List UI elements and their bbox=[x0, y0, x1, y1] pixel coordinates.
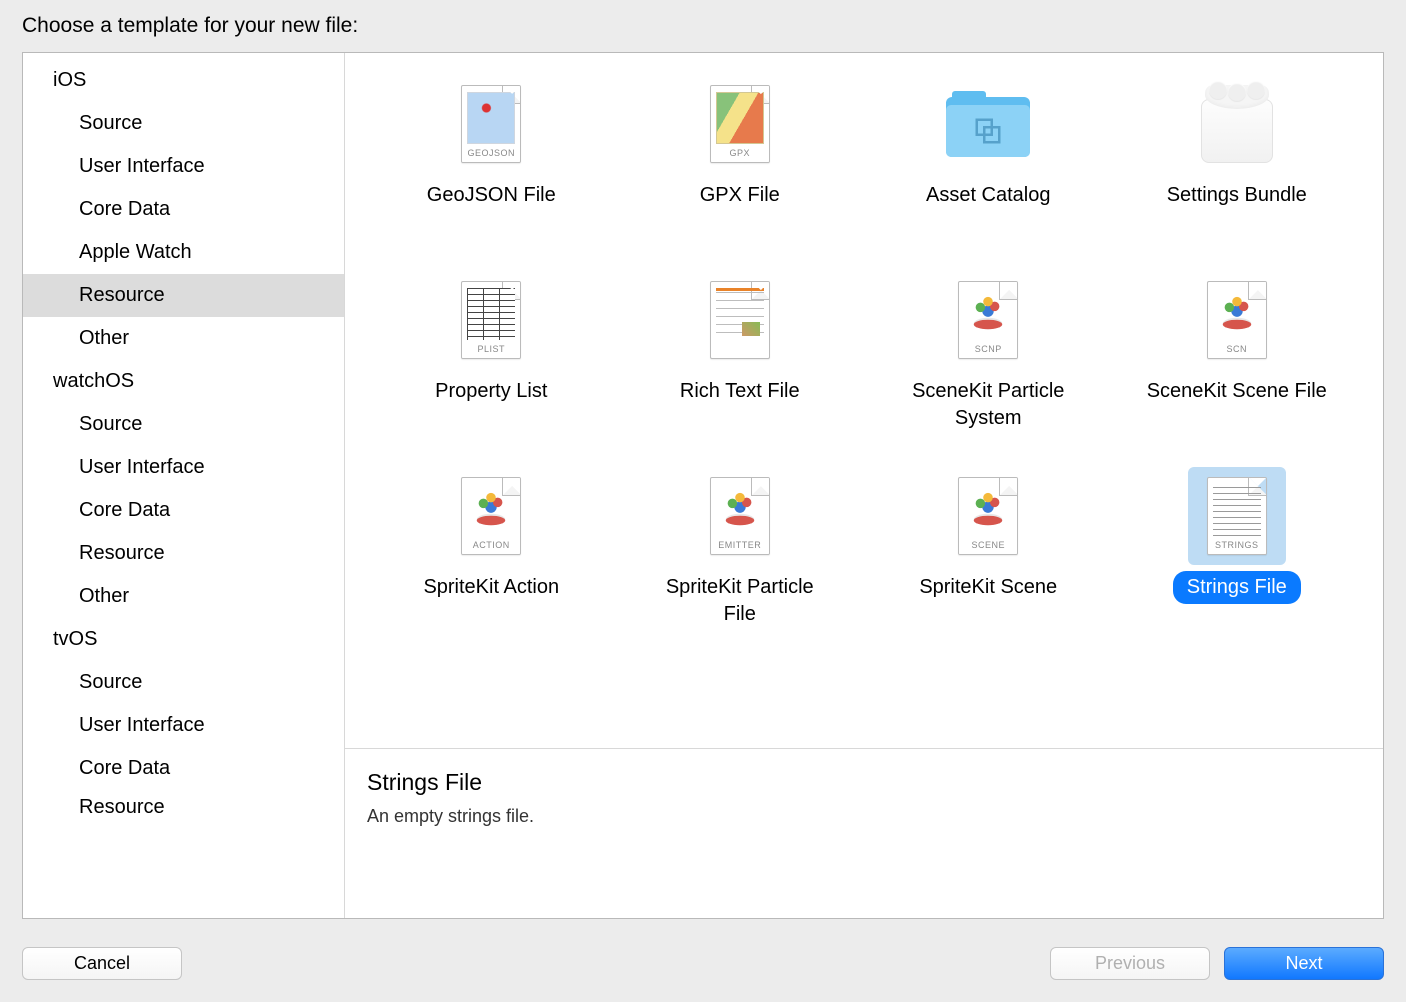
template-label: Strings File bbox=[1173, 571, 1301, 604]
template-label: SpriteKit Action bbox=[409, 571, 573, 604]
sidebar-group: tvOS bbox=[23, 618, 344, 661]
template-detail: Strings File An empty strings file. bbox=[345, 748, 1383, 918]
template-item[interactable]: SCENE SpriteKit Scene bbox=[864, 455, 1113, 651]
template-item[interactable]: PLIST Property List bbox=[367, 259, 616, 455]
template-item[interactable]: GEOJSON GeoJSON File bbox=[367, 63, 616, 259]
template-label: SceneKit Particle System bbox=[883, 375, 1093, 435]
template-icon: ACTION bbox=[442, 467, 540, 565]
sidebar-item[interactable]: Resource bbox=[23, 790, 344, 814]
template-icon: SCNP bbox=[939, 271, 1037, 369]
template-item[interactable]: Asset Catalog bbox=[864, 63, 1113, 259]
sidebar-item[interactable]: Resource bbox=[23, 274, 344, 317]
template-label: SpriteKit Particle File bbox=[635, 571, 845, 631]
sidebar-item[interactable]: User Interface bbox=[23, 145, 344, 188]
sidebar-item[interactable]: Core Data bbox=[23, 489, 344, 532]
new-file-template-dialog: Choose a template for your new file: iOS… bbox=[0, 0, 1406, 1002]
template-item[interactable]: Rich Text File bbox=[616, 259, 865, 455]
template-grid: GEOJSON GeoJSON File GPX GPX File Asset … bbox=[345, 53, 1383, 748]
template-item[interactable]: STRINGS Strings File bbox=[1113, 455, 1362, 651]
template-label: Asset Catalog bbox=[912, 179, 1065, 212]
template-icon: GPX bbox=[691, 75, 789, 173]
sidebar-item[interactable]: Other bbox=[23, 575, 344, 618]
template-icon: EMITTER bbox=[691, 467, 789, 565]
category-sidebar: iOSSourceUser InterfaceCore DataApple Wa… bbox=[23, 53, 345, 918]
detail-description: An empty strings file. bbox=[367, 806, 1361, 827]
sidebar-item[interactable]: Core Data bbox=[23, 188, 344, 231]
sidebar-item[interactable]: Source bbox=[23, 403, 344, 446]
template-label: Property List bbox=[421, 375, 561, 408]
detail-title: Strings File bbox=[367, 769, 1361, 796]
dialog-footer: Cancel Previous Next bbox=[0, 919, 1406, 1002]
template-item[interactable]: SCN SceneKit Scene File bbox=[1113, 259, 1362, 455]
template-item[interactable]: Settings Bundle bbox=[1113, 63, 1362, 259]
template-icon bbox=[939, 75, 1037, 173]
next-button[interactable]: Next bbox=[1224, 947, 1384, 980]
sidebar-item[interactable]: Core Data bbox=[23, 747, 344, 790]
template-icon: SCN bbox=[1188, 271, 1286, 369]
sidebar-item[interactable]: Other bbox=[23, 317, 344, 360]
template-icon: STRINGS bbox=[1188, 467, 1286, 565]
template-item[interactable]: ACTION SpriteKit Action bbox=[367, 455, 616, 651]
sidebar-item[interactable]: Resource bbox=[23, 532, 344, 575]
template-label: GPX File bbox=[686, 179, 794, 212]
template-icon: SCENE bbox=[939, 467, 1037, 565]
sidebar-item[interactable]: User Interface bbox=[23, 446, 344, 489]
right-pane: GEOJSON GeoJSON File GPX GPX File Asset … bbox=[345, 53, 1383, 918]
template-item[interactable]: SCNP SceneKit Particle System bbox=[864, 259, 1113, 455]
main-panel: iOSSourceUser InterfaceCore DataApple Wa… bbox=[22, 52, 1384, 919]
template-icon: GEOJSON bbox=[442, 75, 540, 173]
sidebar-item[interactable]: Apple Watch bbox=[23, 231, 344, 274]
cancel-button[interactable]: Cancel bbox=[22, 947, 182, 980]
template-item[interactable]: EMITTER SpriteKit Particle File bbox=[616, 455, 865, 651]
template-label: SpriteKit Scene bbox=[905, 571, 1071, 604]
template-label: Rich Text File bbox=[666, 375, 814, 408]
template-label: SceneKit Scene File bbox=[1133, 375, 1341, 408]
template-item[interactable]: GPX GPX File bbox=[616, 63, 865, 259]
sidebar-item[interactable]: Source bbox=[23, 102, 344, 145]
previous-button[interactable]: Previous bbox=[1050, 947, 1210, 980]
sidebar-item[interactable]: User Interface bbox=[23, 704, 344, 747]
sidebar-group: watchOS bbox=[23, 360, 344, 403]
template-label: Settings Bundle bbox=[1153, 179, 1321, 212]
template-icon: PLIST bbox=[442, 271, 540, 369]
template-icon bbox=[1188, 75, 1286, 173]
sidebar-item[interactable]: Source bbox=[23, 661, 344, 704]
sidebar-group: iOS bbox=[23, 59, 344, 102]
template-icon bbox=[691, 271, 789, 369]
dialog-title: Choose a template for your new file: bbox=[0, 0, 1406, 52]
template-label: GeoJSON File bbox=[413, 179, 570, 212]
